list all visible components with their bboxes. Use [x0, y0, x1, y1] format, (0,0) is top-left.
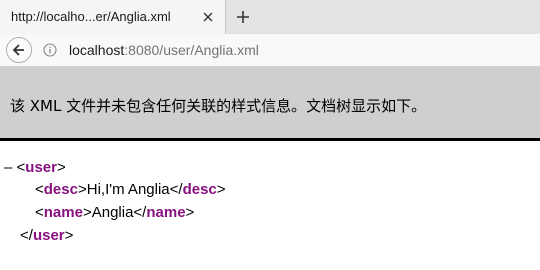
element-text: Hi,I'm Anglia — [86, 181, 170, 198]
root-close-tag-name: user — [32, 227, 65, 244]
element-text: Anglia — [91, 204, 134, 221]
gt: > — [64, 227, 74, 244]
close-icon[interactable] — [201, 10, 215, 24]
xml-element-line: <name>Anglia</name> — [35, 203, 194, 223]
xml-info-banner: 该 XML 文件并未包含任何关联的样式信息。文档树显示如下。 — [0, 67, 540, 141]
gt: > — [77, 181, 87, 198]
url-host: localhost — [69, 42, 125, 58]
banner-message: 该 XML 文件并未包含任何关联的样式信息。文档树显示如下。 — [10, 97, 427, 115]
element-tag-name: desc — [43, 181, 78, 198]
gt: > — [216, 181, 226, 198]
collapse-toggle[interactable]: – — [4, 159, 12, 176]
root-tag-name: user — [25, 159, 57, 176]
lt-slash: </ — [169, 181, 183, 198]
tab-strip: http://localho...er/Anglia.xml — [0, 0, 540, 34]
back-button[interactable] — [6, 37, 32, 63]
back-arrow-icon — [12, 44, 24, 56]
lt: < — [35, 204, 44, 221]
lt: < — [35, 181, 44, 198]
browser-tab[interactable]: http://localho...er/Anglia.xml — [0, 0, 226, 34]
element-tag-name: name — [43, 204, 83, 221]
lt: < — [16, 159, 26, 176]
gt: > — [185, 204, 195, 221]
new-tab-icon[interactable] — [235, 9, 251, 25]
xml-root-close-line: </user> — [20, 226, 73, 246]
navigation-bar: localhost:8080/user/Anglia.xml — [0, 34, 540, 67]
tab-title: http://localho...er/Anglia.xml — [11, 9, 171, 24]
xml-root-open-line: – <user> — [4, 158, 66, 178]
element-close-tag-name: name — [146, 204, 186, 221]
gt: > — [82, 204, 92, 221]
lt-slash: </ — [133, 204, 147, 221]
info-icon[interactable] — [43, 43, 57, 57]
url-path: :8080/user/Anglia.xml — [124, 42, 259, 58]
xml-element-line: <desc>Hi,I'm Anglia</desc> — [35, 180, 226, 200]
gt: > — [56, 159, 66, 176]
element-close-tag-name: desc — [182, 181, 217, 198]
lt-slash: </ — [20, 227, 33, 244]
address-bar[interactable]: localhost:8080/user/Anglia.xml — [69, 42, 259, 58]
